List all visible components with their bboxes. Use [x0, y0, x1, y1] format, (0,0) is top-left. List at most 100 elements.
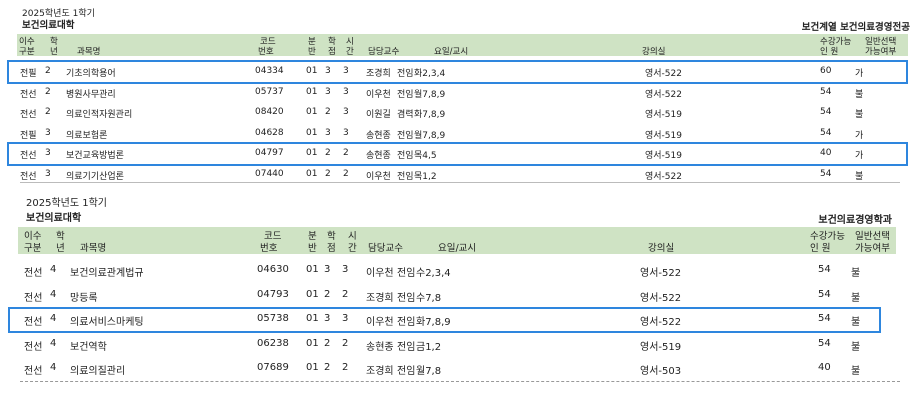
cell-professor: 이우천 — [366, 89, 391, 100]
cell-professor: 이우천 — [366, 268, 394, 279]
header-type-2: 구분 — [24, 243, 42, 254]
header-credit-2: 점 — [328, 47, 336, 57]
highlight-box — [8, 307, 881, 333]
cell-code: 04630 — [257, 264, 289, 275]
cell-capacity: 54 — [820, 107, 832, 118]
cell-capacity: 54 — [820, 169, 832, 179]
header-capacity-2: 인 원 — [810, 243, 831, 254]
header-general-2: 가능여부 — [865, 47, 897, 57]
cell-course: 의료기기산업론 — [66, 172, 124, 182]
cell-year: 4 — [50, 337, 57, 349]
cell-hours: 3 — [343, 86, 349, 97]
cell-credit: 2 — [324, 337, 331, 349]
cell-professor: 송현종 — [366, 341, 394, 353]
cell-type: 전선 — [20, 172, 37, 182]
cell-credit: 2 — [324, 362, 331, 373]
cell-schedule: 월7,8,9 — [414, 130, 446, 141]
cell-course: 보건의료관계법규 — [70, 268, 144, 279]
cell-general: 불 — [851, 292, 861, 304]
cell-status: 전임 — [397, 172, 414, 182]
cell-capacity: 54 — [818, 264, 831, 275]
header-course: 과목명 — [80, 243, 107, 254]
cell-status: 전임 — [397, 366, 416, 377]
cell-room: 영서-522 — [640, 268, 682, 279]
cell-hours: 3 — [343, 107, 349, 118]
cell-section: 01 — [306, 362, 319, 373]
header-professor: 담당교수 — [368, 243, 403, 254]
cell-capacity: 54 — [820, 127, 832, 138]
cell-room: 영서-522 — [645, 89, 682, 100]
highlight-box — [7, 142, 908, 167]
cell-hours: 2 — [342, 362, 349, 373]
header-room: 강의실 — [648, 243, 675, 254]
cell-schedule: 목1,2 — [414, 172, 437, 182]
cell-capacity: 54 — [820, 86, 832, 97]
cell-type: 전선 — [24, 268, 43, 279]
cell-general: 불 — [855, 110, 864, 121]
cell-year: 3 — [45, 127, 51, 138]
header-hours-2: 간 — [348, 243, 357, 254]
department-title: 보건의료경영학과 — [818, 215, 892, 226]
header-room: 강의실 — [642, 47, 666, 57]
cell-status: 전임 — [397, 89, 414, 100]
cell-type: 전선 — [24, 341, 43, 353]
cell-type: 전필 — [20, 130, 37, 141]
timetable-section-2: 2025학년도 1학기 보건의료대학 보건의료경영학과 이수 구분 학 년 과목… — [0, 190, 920, 416]
cell-room: 영서-519 — [645, 130, 682, 141]
college-title: 보건의료대학 — [22, 20, 75, 31]
header-schedule: 요일/교시 — [438, 243, 477, 254]
cell-type: 전선 — [24, 292, 43, 304]
cell-status: 전임 — [397, 130, 414, 141]
cell-code: 08420 — [255, 107, 284, 118]
cell-general: 불 — [851, 268, 861, 279]
cell-course: 의료인적자원관리 — [66, 110, 133, 121]
highlight-box — [7, 60, 908, 84]
page-bottom-divider — [20, 381, 900, 382]
cell-room: 영서-519 — [640, 341, 682, 353]
college-title: 보건의료대학 — [26, 213, 82, 224]
header-section-2: 반 — [308, 243, 317, 254]
timetable-section-1: 2025학년도 1학기 보건의료대학 보건계열 보건의료경영전공 이수 구분 학… — [0, 0, 920, 182]
header-hours-2: 간 — [346, 47, 354, 57]
table-row: 전선 2 병원사무관리 05737 01 3 3 이우천 전임 월7,8,9 영서-522 54 불 — [0, 87, 920, 108]
cell-course: 병원사무관리 — [66, 89, 116, 100]
cell-section: 01 — [306, 127, 318, 138]
cell-section: 01 — [306, 107, 318, 118]
cell-course: 의료보험론 — [66, 130, 108, 141]
cell-code: 04628 — [255, 127, 284, 138]
header-year-2: 년 — [50, 47, 58, 57]
cell-schedule: 수7,8 — [416, 292, 442, 304]
cell-professor: 송현종 — [366, 130, 391, 141]
cell-professor: 조경희 — [366, 292, 394, 304]
cell-room: 영서-522 — [645, 172, 682, 182]
cell-schedule: 수2,3,4 — [416, 268, 451, 279]
cell-general: 가 — [855, 130, 864, 141]
cell-schedule: 월7,8 — [416, 366, 442, 377]
cell-section: 01 — [306, 169, 318, 179]
header-code-2: 번호 — [258, 47, 274, 57]
cell-schedule: 금1,2 — [416, 341, 442, 353]
section-divider — [20, 182, 900, 183]
table-row: 전선 3 의료기기산업론 07440 01 2 2 이우천 전임 목1,2 영서-522 54 불 — [0, 169, 920, 190]
header-year-2: 년 — [56, 243, 65, 254]
cell-hours: 3 — [343, 127, 349, 138]
cell-year: 4 — [50, 362, 57, 373]
cell-hours: 2 — [342, 337, 349, 349]
header-code-2: 번호 — [260, 243, 278, 254]
cell-capacity: 54 — [818, 288, 831, 300]
header-general-2: 가능여부 — [855, 243, 890, 254]
cell-room: 영서-522 — [640, 292, 682, 304]
cell-hours: 2 — [343, 169, 349, 179]
cell-status: 전임 — [397, 292, 416, 304]
cell-code: 06238 — [257, 337, 289, 349]
cell-code: 07689 — [257, 362, 289, 373]
table-row: 전선 4 보건의료관계법규 04630 01 3 3 이우천 전임 수2,3,4 영서-522 54 불 — [0, 264, 920, 289]
cell-schedule: 월7,8,9 — [414, 89, 446, 100]
cell-credit: 2 — [325, 107, 331, 118]
cell-section: 01 — [306, 264, 319, 275]
cell-status: 겸력 — [397, 110, 414, 121]
cell-general: 불 — [851, 341, 861, 353]
cell-year: 4 — [50, 288, 57, 300]
cell-course: 의료의질관리 — [70, 366, 126, 377]
table-row: 전선 4 보건역학 06238 01 2 2 송현종 전임 금1,2 영서-519 54 불 — [0, 338, 920, 363]
